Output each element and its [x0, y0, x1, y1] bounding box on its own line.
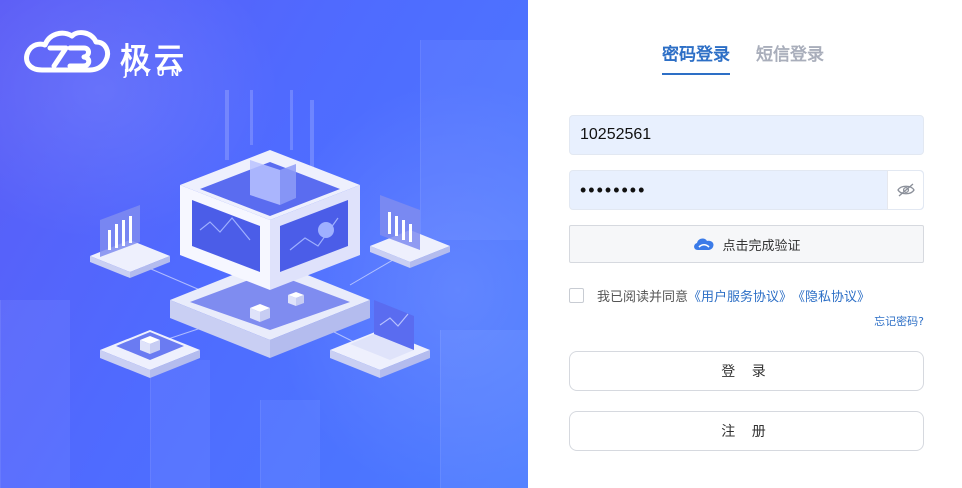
- username-input[interactable]: [570, 116, 923, 154]
- agreement-row: 我已阅读并同意 《用户服务协议》 《隐私协议》: [569, 286, 870, 305]
- agreement-checkbox[interactable]: [569, 288, 584, 303]
- cloud-logo-icon: [24, 30, 111, 73]
- login-button[interactable]: 登 录: [569, 351, 924, 391]
- tab-password-login[interactable]: 密码登录: [662, 40, 730, 75]
- brand-logo: 极云 JIYUN: [20, 22, 220, 79]
- agreement-text: 我已阅读并同意: [597, 290, 689, 305]
- privacy-link[interactable]: 《隐私协议》: [792, 286, 870, 305]
- user-agreement-link[interactable]: 《用户服务协议》: [688, 286, 792, 305]
- password-field: [569, 170, 924, 210]
- brand-subtitle: JIYUN: [124, 68, 186, 79]
- shield-cloud-icon: [694, 238, 715, 250]
- login-panel: 密码登录 短信登录 点击完成验证 我已阅读并同意 《用户服务协议》 《隐私协议》…: [528, 0, 962, 488]
- tab-sms-login[interactable]: 短信登录: [756, 40, 824, 75]
- toggle-password-visibility[interactable]: [887, 171, 923, 209]
- username-field: [569, 115, 924, 155]
- forgot-password-link[interactable]: 忘记密码?: [874, 313, 924, 329]
- register-button[interactable]: 注 册: [569, 411, 924, 451]
- hero-panel: 极云 JIYUN: [0, 0, 528, 488]
- eye-off-icon: [896, 183, 915, 197]
- server-illustration: [90, 90, 450, 378]
- captcha-verify-button[interactable]: 点击完成验证: [569, 225, 924, 263]
- password-input[interactable]: [570, 171, 888, 209]
- login-tabs: 密码登录 短信登录: [662, 40, 824, 75]
- captcha-label: 点击完成验证: [722, 238, 801, 254]
